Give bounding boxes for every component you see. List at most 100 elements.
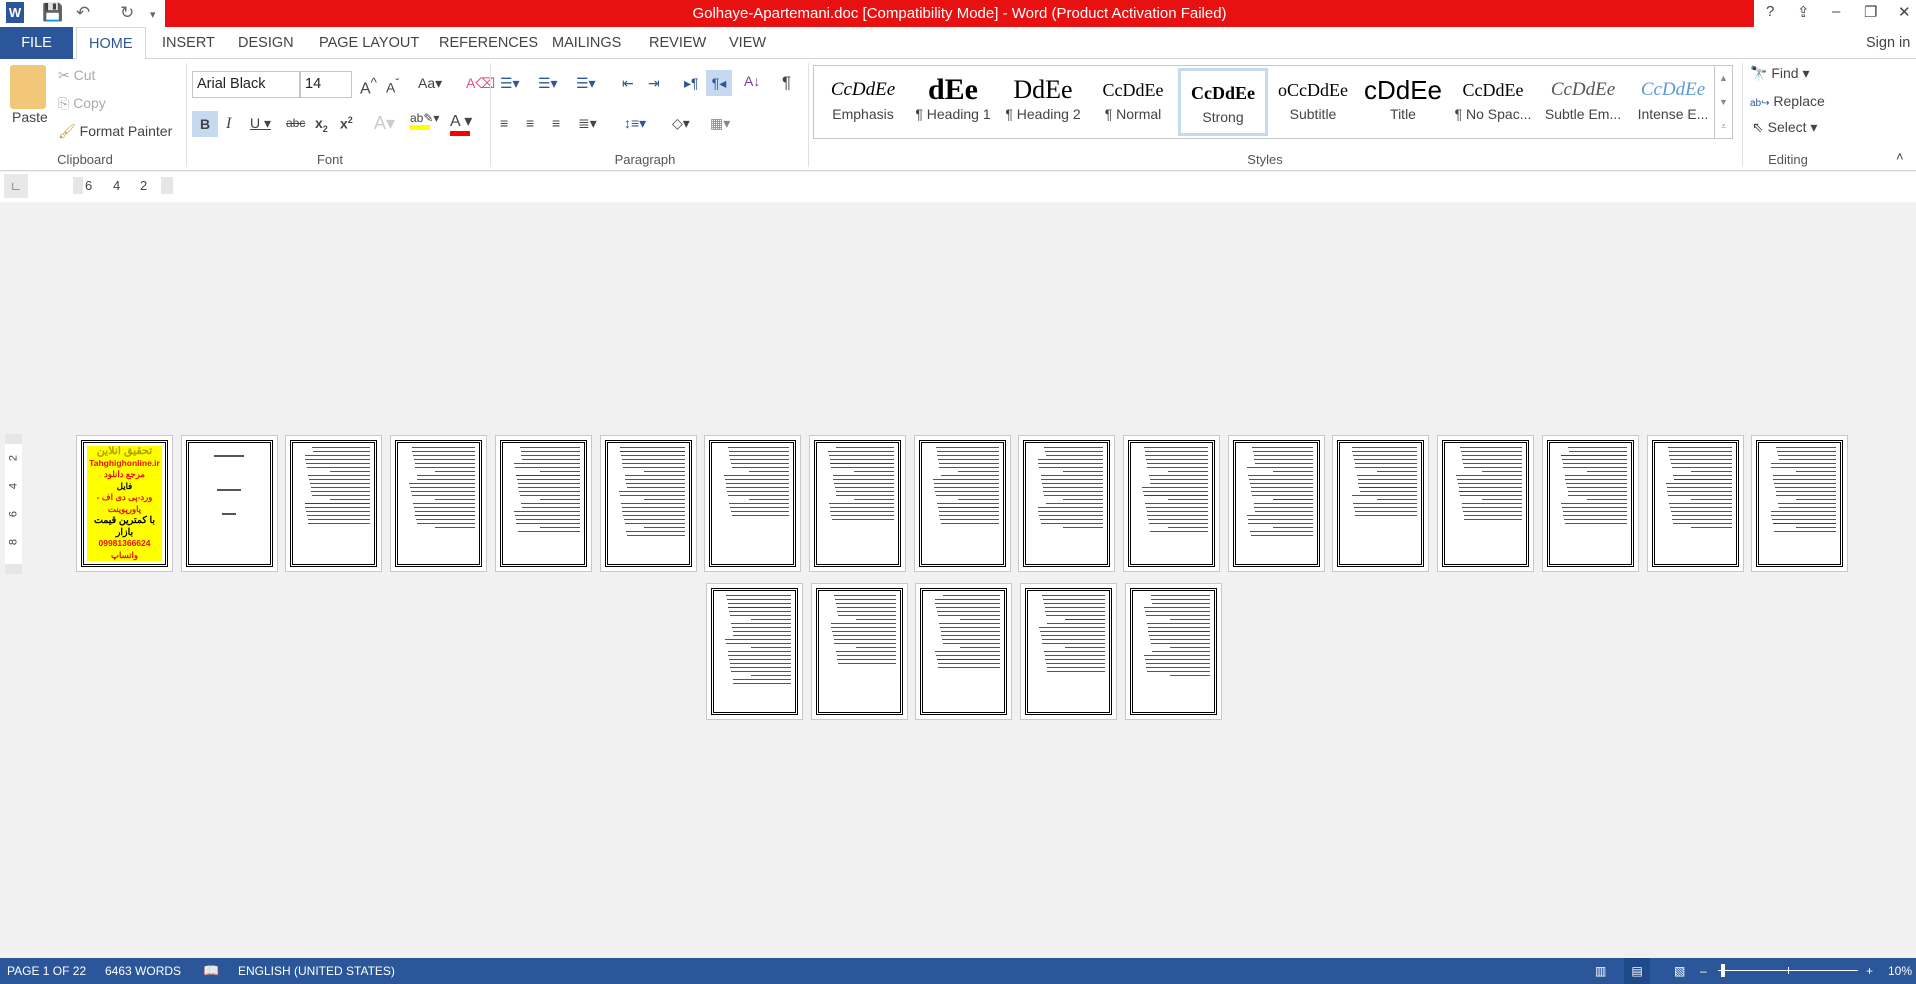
page-thumbnail[interactable] bbox=[810, 583, 908, 720]
page-thumbnail[interactable] bbox=[1332, 435, 1430, 572]
zoom-slider-thumb[interactable] bbox=[1720, 964, 1725, 977]
page-thumbnail[interactable] bbox=[808, 435, 906, 572]
language-indicator[interactable]: ENGLISH (UNITED STATES) bbox=[238, 958, 395, 984]
line-spacing-icon[interactable]: ↕≡▾ bbox=[624, 115, 646, 132]
page-thumbnail[interactable] bbox=[285, 435, 383, 572]
borders-icon[interactable]: ▦▾ bbox=[710, 115, 730, 132]
page-thumbnail[interactable] bbox=[599, 435, 697, 572]
word-app-icon[interactable]: W bbox=[6, 2, 24, 23]
web-layout-icon[interactable]: ▧ bbox=[1674, 958, 1685, 984]
style-heading-1[interactable]: dEe ¶ Heading 1 bbox=[908, 68, 998, 136]
paste-icon[interactable] bbox=[10, 65, 46, 109]
tab-page-layout[interactable]: PAGE LAYOUT bbox=[307, 27, 431, 59]
style-no-spac[interactable]: CcDdEe ¶ No Spac... bbox=[1448, 68, 1538, 136]
document-area[interactable]: 2 4 6 8 تحقیق آنلاین Tahghighonline.ir مرج… bbox=[0, 202, 1916, 958]
tab-insert[interactable]: INSERT bbox=[150, 27, 227, 59]
increase-indent-icon[interactable]: ⇥ bbox=[648, 75, 660, 92]
ribbon-display-icon[interactable]: ⇪ bbox=[1797, 3, 1810, 21]
sort-icon[interactable]: A↓ bbox=[744, 73, 760, 89]
more-styles-icon[interactable]: ⩡ bbox=[1715, 114, 1732, 138]
copy-button[interactable]: ⎘ Copy bbox=[58, 95, 106, 112]
styles-scroll[interactable]: ▲ ▼ ⩡ bbox=[1714, 66, 1732, 138]
help-icon[interactable]: ? bbox=[1766, 3, 1774, 20]
tab-selector[interactable]: ∟ bbox=[4, 174, 28, 198]
shading-icon[interactable]: ◇▾ bbox=[672, 115, 690, 132]
font-size-select[interactable]: 14 bbox=[300, 71, 352, 98]
restore-icon[interactable]: ❐ bbox=[1864, 3, 1877, 21]
horizontal-ruler[interactable]: 6 4 2 bbox=[73, 177, 173, 194]
style-emphasis[interactable]: CcDdEe Emphasis bbox=[818, 68, 908, 136]
font-name-select[interactable]: Arial Black bbox=[192, 71, 300, 98]
tab-design[interactable]: DESIGN bbox=[226, 27, 306, 59]
bold-button[interactable]: B bbox=[192, 111, 218, 137]
page-thumbnail[interactable] bbox=[1020, 583, 1118, 720]
page-thumbnail[interactable] bbox=[1751, 435, 1849, 572]
decrease-indent-icon[interactable]: ⇤ bbox=[622, 75, 634, 92]
shrink-font-icon[interactable]: Aˇ bbox=[386, 77, 399, 96]
page-thumbnail[interactable] bbox=[180, 435, 278, 572]
format-painter-button[interactable]: 🖌 Format Painter bbox=[58, 123, 172, 140]
sign-in-link[interactable]: Sign in bbox=[1862, 27, 1914, 59]
page-thumbnail[interactable] bbox=[390, 435, 488, 572]
undo-icon[interactable]: ↶ bbox=[76, 3, 90, 23]
style-intense-e[interactable]: CcDdEe Intense E... bbox=[1628, 68, 1718, 136]
grow-font-icon[interactable]: A^ bbox=[360, 75, 377, 98]
zoom-in-button[interactable]: + bbox=[1866, 958, 1873, 984]
subscript-button[interactable]: x2 bbox=[315, 115, 328, 134]
print-layout-icon[interactable]: ▤ bbox=[1624, 958, 1650, 984]
customize-qat-icon[interactable]: ▾ bbox=[150, 8, 156, 21]
scroll-down-icon[interactable]: ▼ bbox=[1715, 90, 1732, 114]
page-thumbnail[interactable] bbox=[1123, 435, 1220, 572]
tab-references[interactable]: REFERENCES bbox=[427, 27, 550, 59]
read-mode-icon[interactable]: ▥ bbox=[1595, 958, 1606, 984]
tab-review[interactable]: REVIEW bbox=[637, 27, 718, 59]
word-count[interactable]: 6463 WORDS bbox=[105, 958, 181, 984]
zoom-out-button[interactable]: – bbox=[1700, 958, 1707, 984]
proofing-icon[interactable]: 📖 bbox=[203, 958, 219, 984]
page-thumbnail[interactable] bbox=[913, 435, 1011, 572]
redo-icon[interactable]: ↻ bbox=[120, 3, 134, 23]
underline-button[interactable]: U ▾ bbox=[250, 115, 271, 132]
page-thumbnail[interactable] bbox=[494, 435, 592, 572]
cut-button[interactable]: ✂ Cut bbox=[58, 67, 95, 84]
page-thumbnail[interactable] bbox=[1437, 435, 1535, 572]
close-icon[interactable]: ✕ bbox=[1898, 3, 1911, 21]
zoom-level[interactable]: 10% bbox=[1888, 958, 1912, 984]
find-button[interactable]: 🔭 Find ▾ bbox=[1750, 65, 1809, 82]
style-normal[interactable]: CcDdEe ¶ Normal bbox=[1088, 68, 1178, 136]
zoom-slider[interactable] bbox=[1718, 964, 1858, 977]
page-thumbnail[interactable]: تحقیق آنلاین Tahghighonline.ir مرجع دانلود… bbox=[76, 435, 173, 572]
vertical-ruler[interactable]: 2 4 6 8 bbox=[5, 434, 22, 574]
numbering-icon[interactable]: ☰▾ bbox=[538, 75, 558, 92]
multilevel-list-icon[interactable]: ☰▾ bbox=[576, 75, 596, 92]
align-left-icon[interactable]: ≡ bbox=[500, 115, 508, 131]
align-right-icon[interactable]: ≡ bbox=[552, 115, 560, 131]
style-strong[interactable]: CcDdEe Strong bbox=[1178, 68, 1268, 136]
show-formatting-icon[interactable]: ¶ bbox=[782, 73, 791, 93]
style-subtle-em[interactable]: CcDdEe Subtle Em... bbox=[1538, 68, 1628, 136]
rtl-icon[interactable]: ¶◂ bbox=[706, 70, 732, 96]
collapse-ribbon-icon[interactable]: ˄ bbox=[1896, 149, 1904, 164]
replace-button[interactable]: ab↪ Replace bbox=[1750, 93, 1825, 109]
page-indicator[interactable]: PAGE 1 OF 22 bbox=[7, 958, 86, 984]
tab-view[interactable]: VIEW bbox=[717, 27, 778, 59]
bullets-icon[interactable]: ☰▾ bbox=[500, 75, 520, 92]
justify-icon[interactable]: ≣▾ bbox=[578, 115, 597, 132]
tab-mailings[interactable]: MAILINGS bbox=[540, 27, 633, 59]
scroll-up-icon[interactable]: ▲ bbox=[1715, 66, 1732, 90]
style-heading-2[interactable]: DdEe ¶ Heading 2 bbox=[998, 68, 1088, 136]
page-thumbnail[interactable] bbox=[1227, 435, 1325, 572]
page-thumbnail[interactable] bbox=[915, 583, 1013, 720]
text-effects-icon[interactable]: A▾ bbox=[374, 113, 395, 134]
save-icon[interactable]: 💾 bbox=[42, 3, 63, 23]
page-thumbnail[interactable] bbox=[706, 583, 803, 720]
tab-file[interactable]: FILE bbox=[0, 27, 73, 59]
page-thumbnail[interactable] bbox=[1646, 435, 1744, 572]
strikethrough-button[interactable]: abc bbox=[286, 116, 305, 130]
style-subtitle[interactable]: oCcDdEe Subtitle bbox=[1268, 68, 1358, 136]
align-center-icon[interactable]: ≡ bbox=[526, 115, 534, 131]
select-button[interactable]: ⇖ Select ▾ bbox=[1752, 119, 1817, 136]
superscript-button[interactable]: x2 bbox=[340, 115, 353, 132]
paste-button[interactable]: Paste bbox=[12, 109, 48, 125]
change-case-icon[interactable]: Aa▾ bbox=[418, 75, 442, 92]
